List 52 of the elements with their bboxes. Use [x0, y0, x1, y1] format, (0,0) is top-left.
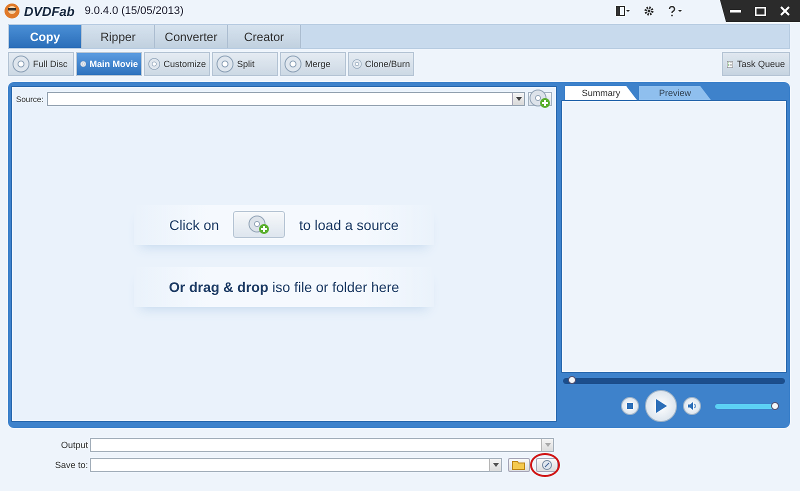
settings-icon[interactable] — [644, 6, 654, 16]
disc-icon — [216, 55, 234, 73]
volume-handle[interactable] — [770, 402, 779, 410]
minimize-icon[interactable] — [730, 10, 741, 12]
source-label: Source: — [16, 94, 44, 104]
caret-icon — [492, 463, 498, 467]
dropdown-button[interactable] — [489, 459, 501, 471]
speaker-icon — [688, 402, 696, 410]
stop-button[interactable] — [621, 397, 639, 415]
main-tab[interactable]: Ripper — [82, 25, 155, 48]
mode-button[interactable]: Customize — [144, 52, 210, 76]
click-on-text: Click on — [169, 216, 220, 232]
disc-icon — [12, 55, 30, 73]
help-menu-icon[interactable] — [668, 6, 682, 16]
disc-icon — [284, 55, 302, 73]
panel-tab[interactable]: Summary — [565, 86, 637, 100]
app-name: DVDFab — [24, 4, 75, 18]
seek-handle[interactable] — [568, 376, 576, 384]
browse-folder-button[interactable] — [508, 458, 530, 472]
add-disc-icon — [248, 214, 270, 234]
close-icon[interactable] — [780, 6, 790, 16]
layout-menu-icon[interactable] — [616, 6, 630, 16]
main-tab[interactable]: Creator — [228, 25, 301, 48]
logo-icon — [4, 3, 20, 19]
save-to-label: Save to: — [54, 460, 88, 470]
panel-tab[interactable]: Preview — [639, 86, 711, 100]
play-button[interactable] — [645, 390, 677, 422]
mode-button[interactable]: Clone/Burn — [348, 52, 414, 76]
task-queue-button[interactable]: Task Queue — [722, 52, 790, 76]
disc-icon — [542, 460, 552, 470]
mode-button[interactable]: Merge — [280, 52, 346, 76]
load-source-text: to load a source — [299, 216, 399, 232]
output-label: Output — [60, 440, 88, 450]
version-text: 9.0.4.0 (15/05/2013) — [84, 5, 184, 17]
main-tab[interactable]: Copy — [9, 25, 82, 48]
caret-icon — [516, 97, 522, 101]
load-source-button[interactable] — [233, 211, 286, 238]
dropdown-button[interactable] — [512, 93, 524, 105]
maximize-icon[interactable] — [755, 6, 766, 16]
caret-icon — [544, 443, 550, 447]
mode-button[interactable]: Main Movie — [76, 52, 142, 76]
folder-icon — [512, 460, 526, 470]
main-tab[interactable]: Converter — [155, 25, 228, 48]
disc-icon — [148, 55, 160, 73]
drag-drop-hint: Or drag & drop iso file or folder here — [168, 278, 400, 294]
mode-button[interactable]: Split — [212, 52, 278, 76]
volume-button[interactable] — [683, 397, 701, 415]
iso-button[interactable] — [536, 458, 558, 472]
mode-button[interactable]: Full Disc — [8, 52, 74, 76]
play-icon — [655, 399, 667, 413]
add-disc-icon — [529, 89, 551, 109]
stop-icon — [627, 403, 633, 409]
